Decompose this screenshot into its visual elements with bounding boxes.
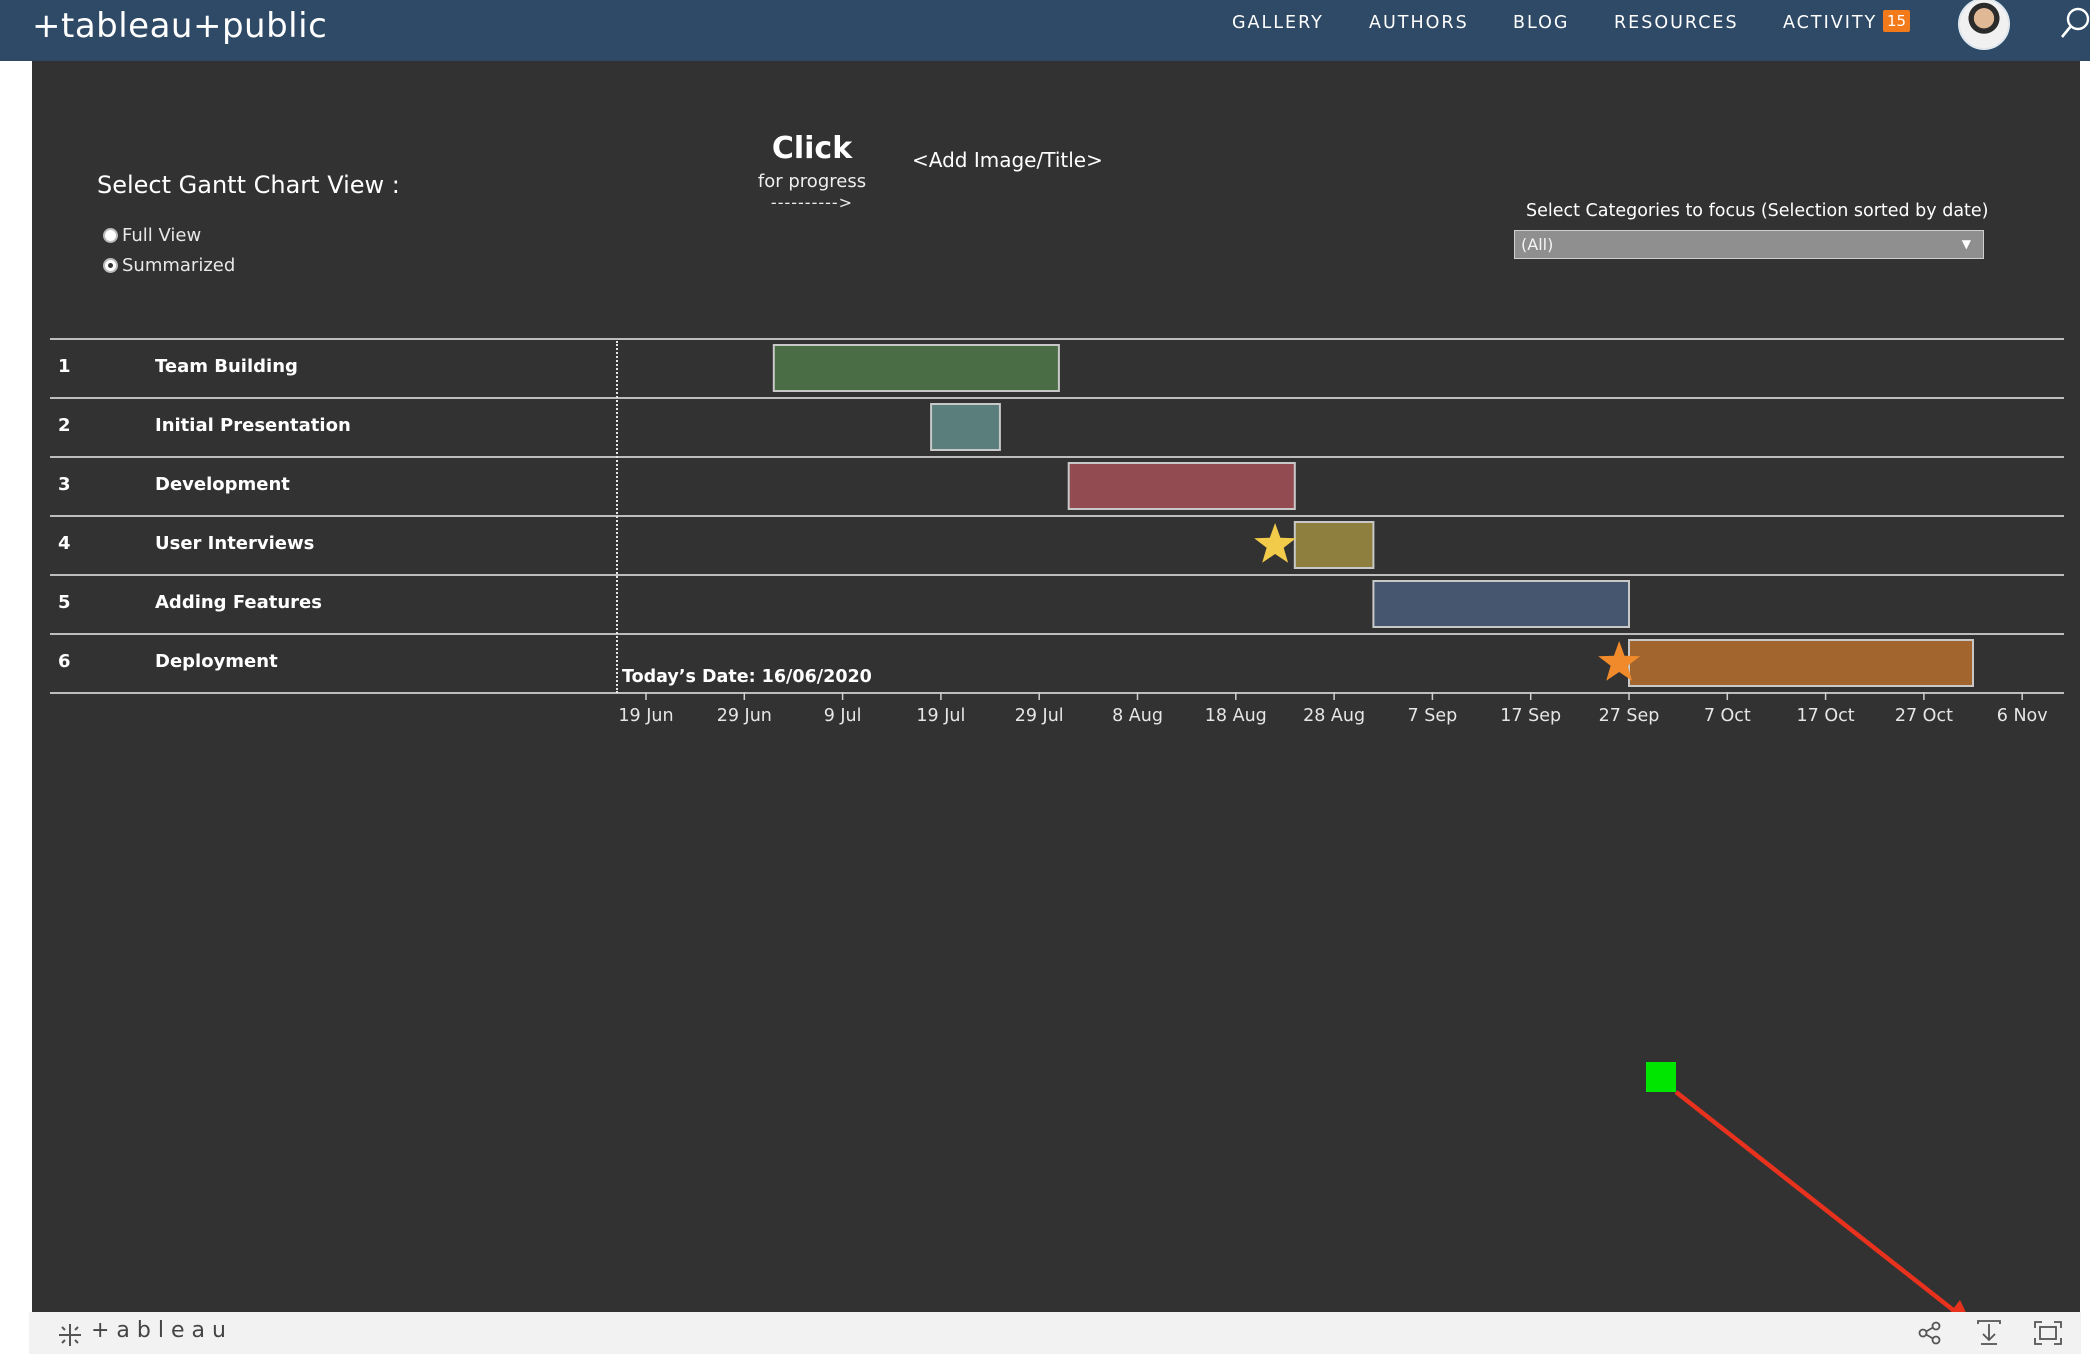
top-nav: +tableau+public GALLERY AUTHORS BLOG RES…: [0, 0, 2090, 61]
nav-gallery[interactable]: GALLERY: [1232, 13, 1324, 33]
axis-tick-label: 19 Jun: [618, 706, 673, 726]
axis-tick-label: 7 Oct: [1704, 706, 1751, 726]
axis-tick-label: 9 Jul: [824, 706, 862, 726]
axis-tick-label: 19 Jul: [916, 706, 965, 726]
tableau-mark-icon: [59, 1324, 81, 1346]
milestone-star-icon[interactable]: [1254, 523, 1296, 563]
gantt-bar[interactable]: [772, 344, 1060, 392]
tableau-footer-logo[interactable]: +ableau: [91, 1318, 233, 1343]
dashboard: Select Gantt Chart View : Full View Summ…: [32, 61, 2080, 1313]
axis-tick-label: 17 Oct: [1797, 706, 1855, 726]
gantt-bar[interactable]: [930, 403, 1001, 451]
nav-authors[interactable]: AUTHORS: [1369, 13, 1469, 33]
axis-tick-label: 7 Sep: [1408, 706, 1458, 726]
nav-resources[interactable]: RESOURCES: [1614, 13, 1739, 33]
axis-tick-label: 6 Nov: [1997, 706, 2048, 726]
activity-badge: 15: [1883, 10, 1910, 32]
axis-tick-label: 27 Sep: [1599, 706, 1660, 726]
gantt-chart: 19 Jun 29 Jun 9 Jul 19 Jul 29 Jul 8 Aug 18 Aug…: [618, 344, 2048, 726]
axis-tick-label: 18 Aug: [1205, 706, 1267, 726]
axis-tick-label: 17 Sep: [1500, 706, 1561, 726]
search-icon[interactable]: [2060, 6, 2090, 40]
axis-tick-label: 29 Jun: [717, 706, 772, 726]
gantt-bar[interactable]: [1067, 462, 1296, 510]
tableau-public-logo[interactable]: +tableau+public: [32, 6, 327, 46]
fullscreen-icon[interactable]: [2033, 1320, 2063, 1346]
tableau-toolbar: +ableau: [29, 1312, 2081, 1354]
axis-tick-label: 27 Oct: [1895, 706, 1953, 726]
gantt-bar[interactable]: [1628, 639, 1974, 687]
axis-tick-label: 29 Jul: [1015, 706, 1064, 726]
avatar[interactable]: [1958, 0, 2010, 50]
axis-tick-label: 8 Aug: [1112, 706, 1163, 726]
download-icon[interactable]: [1975, 1320, 2003, 1346]
share-icon[interactable]: [1917, 1320, 1943, 1346]
nav-blog[interactable]: BLOG: [1513, 13, 1569, 33]
gantt-bar[interactable]: [1372, 580, 1631, 628]
axis-tick-label: 28 Aug: [1303, 706, 1365, 726]
nav-activity[interactable]: ACTIVITY: [1783, 13, 1877, 33]
gantt-bar[interactable]: [1293, 521, 1375, 569]
